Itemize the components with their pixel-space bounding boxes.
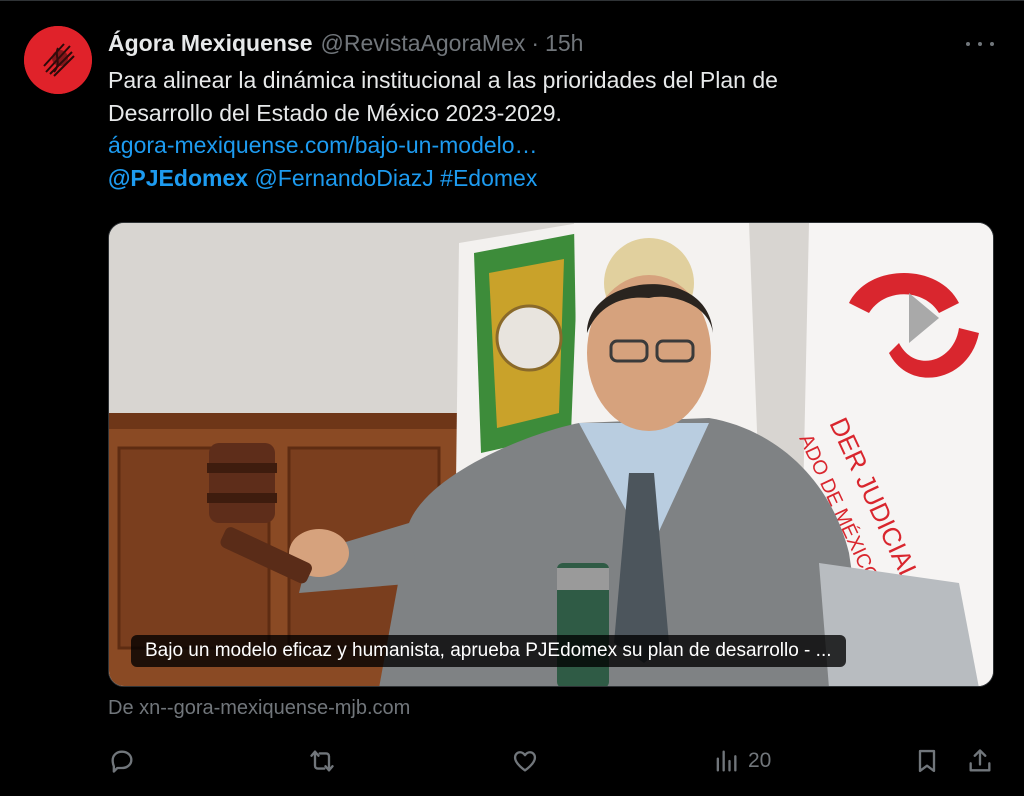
like-button[interactable] xyxy=(511,742,539,780)
reply-button[interactable] xyxy=(108,742,136,780)
more-button[interactable] xyxy=(966,34,994,54)
heart-icon xyxy=(513,751,537,772)
tweet-header: Ágora Mexiquense @RevistaAgoraMex · 15h xyxy=(108,28,583,58)
views-count: 20 xyxy=(748,749,772,772)
more-icon xyxy=(966,42,970,46)
retweet-button[interactable] xyxy=(308,742,336,780)
card-caption: Bajo un modelo eficaz y humanista, aprue… xyxy=(131,635,846,667)
share-button[interactable] xyxy=(966,742,994,780)
link-card[interactable]: DER JUDICIAL ADO DE MÉXICO Bajo un model… xyxy=(108,222,994,687)
article-link[interactable]: ágora-mexiquense.com/bajo-un-modelo… xyxy=(108,132,538,158)
bookmark-icon xyxy=(918,749,936,773)
bookmark-button[interactable] xyxy=(913,742,941,780)
tweet-text-line: Para alinear la dinámica institucional a… xyxy=(108,67,778,93)
avatar[interactable] xyxy=(24,26,92,94)
share-icon xyxy=(969,749,991,772)
tweet-text: Para alinear la dinámica institucional a… xyxy=(108,64,988,194)
tweet-time[interactable]: 15h xyxy=(545,30,583,57)
reply-icon xyxy=(111,750,133,773)
views-button[interactable]: 20 xyxy=(712,742,771,780)
mention-pjedomex[interactable]: @PJEdomex xyxy=(108,165,248,191)
card-source[interactable]: De xn--gora-mexiquense-mjb.com xyxy=(108,697,410,720)
avatar-logo-icon xyxy=(24,26,92,94)
author-handle[interactable]: @RevistaAgoraMex xyxy=(321,30,526,57)
tweet-text-line: Desarrollo del Estado de México 2023-202… xyxy=(108,99,562,126)
mention-fernandodiazj[interactable]: @FernandoDiazJ xyxy=(254,165,433,191)
action-bar: 20 xyxy=(108,742,994,780)
author-name[interactable]: Ágora Mexiquense xyxy=(108,30,313,57)
header-separator: · xyxy=(531,29,540,56)
hashtag-edomex[interactable]: #Edomex xyxy=(440,165,537,191)
views-icon xyxy=(716,750,737,772)
retweet-icon xyxy=(310,750,334,772)
top-divider xyxy=(0,0,1024,1)
card-image: DER JUDICIAL ADO DE MÉXICO xyxy=(109,223,993,686)
